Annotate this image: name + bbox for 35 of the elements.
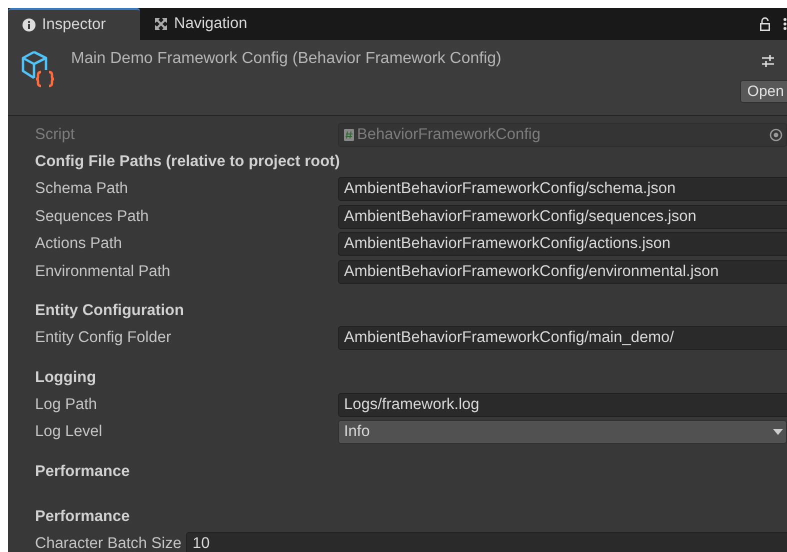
- dropdown[interactable]: Info: [338, 420, 787, 444]
- field-label: Script: [35, 126, 76, 144]
- section-header: Performance: [35, 506, 131, 526]
- field-label: Environmental Path: [35, 262, 172, 281]
- panel-tab[interactable]: Inspector: [8, 8, 140, 40]
- text-field[interactable]: Logs/framework.log: [338, 392, 787, 417]
- number-field[interactable]: 10: [186, 532, 787, 552]
- caret-icon: [773, 429, 783, 436]
- text-field[interactable]: AmbientBehaviorFrameworkConfig/schema.json: [338, 177, 787, 202]
- field-label: Entity Config Folder: [35, 329, 172, 348]
- field-label: Actions Path: [35, 235, 124, 254]
- open-button[interactable]: Open: [740, 80, 787, 103]
- text-field[interactable]: AmbientBehaviorFrameworkConfig/actions.json: [338, 232, 787, 256]
- field-label: Log Path: [35, 396, 98, 414]
- object-title: Main Demo Framework Config (Behavior Framework Config): [71, 50, 502, 69]
- section-header: Performance: [35, 462, 131, 482]
- info-icon: [22, 18, 36, 32]
- script-file-icon: [344, 128, 354, 141]
- more-icon[interactable]: [783, 17, 787, 31]
- section-header: Config File Paths (relative to project root): [35, 152, 341, 172]
- field-label: Schema Path: [35, 180, 130, 198]
- field-label: Character Batch Size: [35, 534, 182, 552]
- sliders-icon[interactable]: [761, 54, 775, 68]
- section-header: Entity Configuration: [35, 301, 185, 321]
- text-field[interactable]: AmbientBehaviorFrameworkConfig/environmental.json: [338, 260, 787, 284]
- text-field[interactable]: AmbientBehaviorFrameworkConfig/sequences.json: [338, 204, 787, 229]
- panel-tab[interactable]: Navigation: [140, 8, 270, 40]
- section-header: Logging: [35, 368, 98, 388]
- text-field[interactable]: AmbientBehaviorFrameworkConfig/main_demo/: [338, 326, 787, 350]
- lock-icon[interactable]: [759, 17, 771, 31]
- script-name: BehaviorFrameworkConfig: [357, 126, 540, 144]
- field-label: Log Level: [35, 423, 104, 442]
- field-label: Sequences Path: [35, 208, 150, 226]
- compass-icon: [154, 17, 168, 31]
- object-picker-icon[interactable]: [769, 128, 783, 142]
